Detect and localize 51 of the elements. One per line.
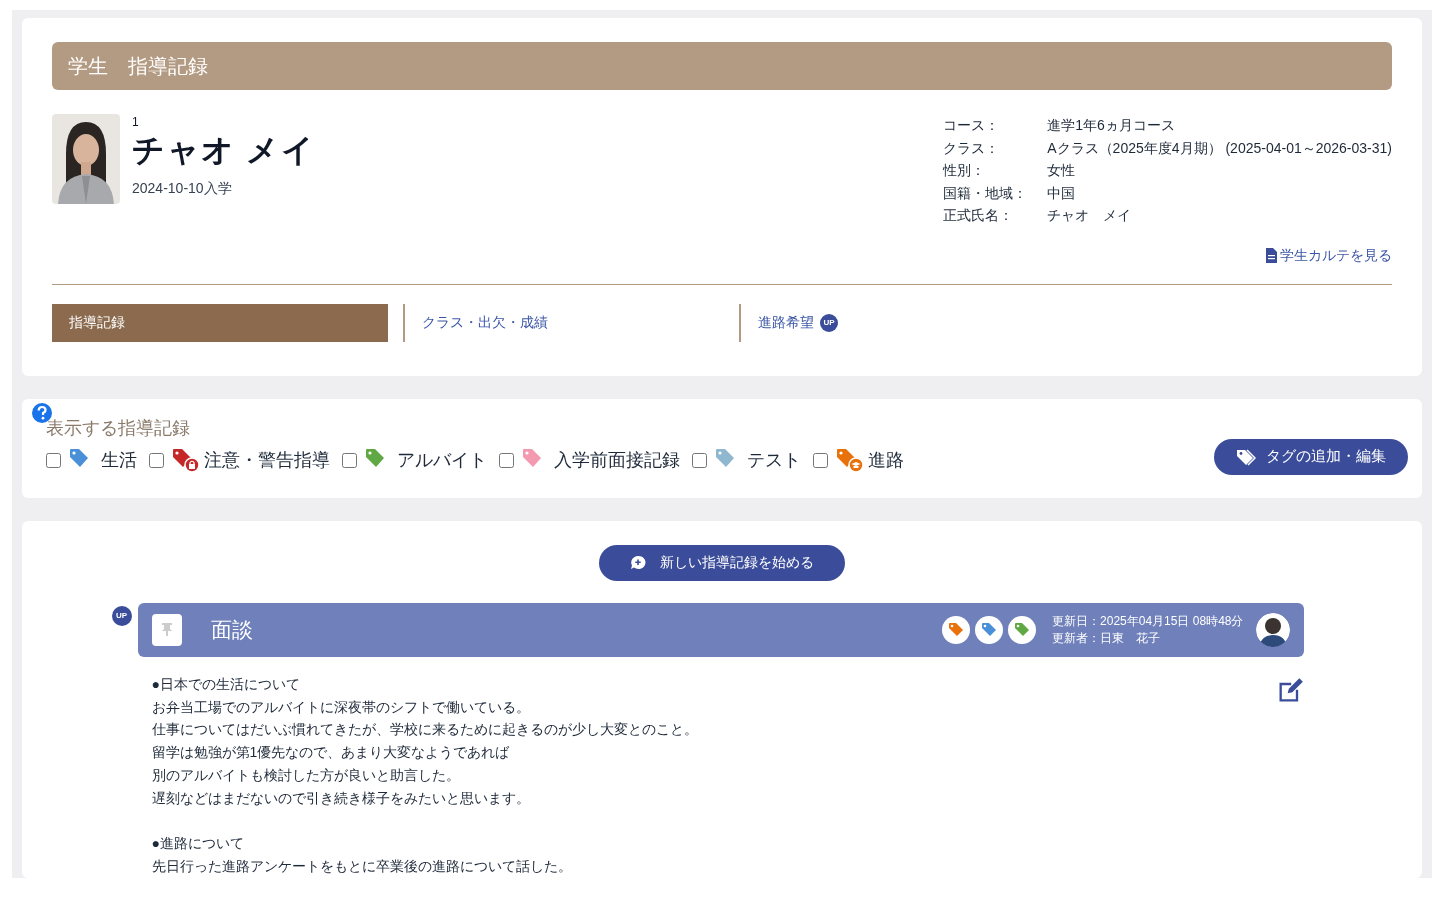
field-value: 進学1年6ヵ月コース [1047,116,1176,135]
field-value: Aクラス（2025年度4月期） (2025-04-01～2026-03-31) [1047,138,1392,158]
new-record-button[interactable]: 新しい指導記録を始める [599,544,845,581]
field-label: 国籍・地域： [943,183,1029,203]
enrollment-date: 2024-10-10入学 [132,179,233,198]
note-line: ●進路について [151,834,244,854]
tag-label: 進路 [868,449,904,472]
update-badge: UP [820,313,838,332]
tags-icon [1236,447,1256,466]
field-label: 性別： [943,161,987,180]
field-label: コース： [943,116,1001,135]
tab[interactable]: クラス・出欠・成績 [403,303,739,342]
note-line: 遅刻などはまだないので引き続き様子をみたいと思います。 [151,788,530,808]
tab[interactable]: 進路希望 UP [739,303,1075,342]
update-badge: UP [111,605,132,626]
pin-button[interactable] [151,613,182,646]
note-line: 仕事についてはだいぶ慣れてきたが、学校に来るために起きるのが少し大変とのこと。 [151,720,698,740]
field-value: 中国 [1047,183,1077,203]
field-label: 正式氏名： [943,206,1015,225]
record-title: 面談 [210,617,254,644]
tag-label: 注意・警告指導 [204,449,330,472]
avatar [1255,612,1290,647]
checkbox[interactable] [46,453,61,468]
checkbox[interactable] [499,453,514,468]
student-number: 1 [132,114,140,130]
checkbox[interactable] [342,453,357,468]
document-icon [1266,247,1277,263]
updater-name: 更新者：日東 花子 [1052,629,1162,647]
note-line: 留学は勉強が第1優先なので、あまり大変なようであれば [151,743,510,763]
tag-label: アルバイト [397,449,487,472]
field-value: チャオ メイ [1047,206,1133,225]
student-chart-link[interactable]: 学生カルテを見る [1266,244,1392,266]
tag-label: テスト [747,449,801,472]
tab[interactable]: 指導記録 [52,303,388,342]
tag-edit-button[interactable]: タグの追加・編集 [1214,438,1408,475]
chat-plus-icon [630,555,646,571]
field-value: 女性 [1047,161,1077,180]
checkbox[interactable] [149,453,164,468]
updated-date: 更新日：2025年04月15日 08時48分 [1052,612,1244,630]
header-bar: 学生 指導記録 [52,42,1392,90]
note-line: ●日本での生活について [151,674,300,694]
tag-label: 入学前面接記録 [554,449,680,472]
note-line: 別のアルバイトも検討した方が良いと助言した。 [151,766,460,785]
checkbox[interactable] [813,453,828,468]
tag-label: 生活 [101,449,137,472]
filter-title: 表示する指導記録 [46,416,191,439]
checkbox[interactable] [692,453,707,468]
note-line: 先日行った進路アンケートをもとに卒業後の進路について話した。 [151,857,572,877]
field-label: クラス： [943,138,1001,158]
note-line: お弁当工場でのアルバイトに深夜帯のシフトで働いている。 [151,697,530,717]
student-name: チャオ メイ [132,131,316,170]
